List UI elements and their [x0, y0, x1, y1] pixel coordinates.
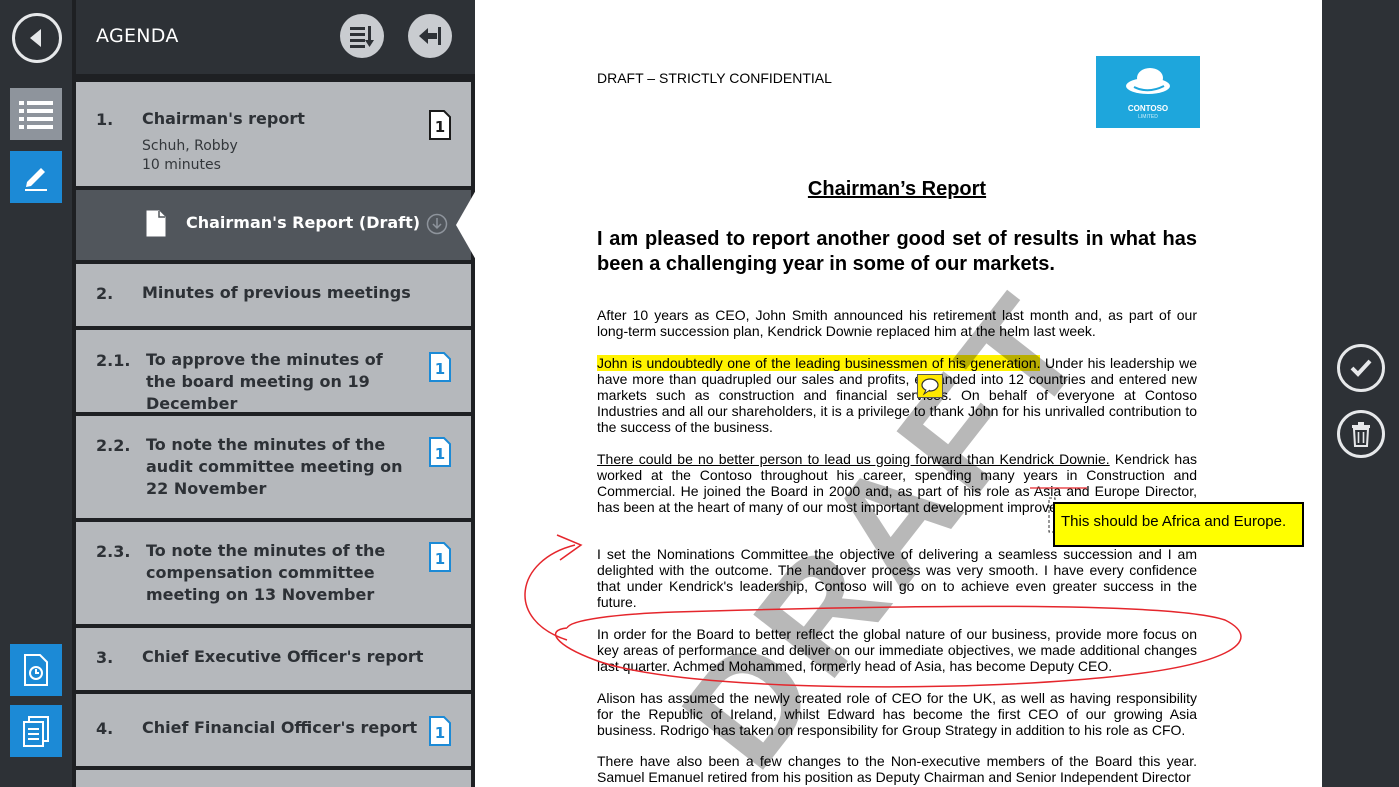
document-clock-icon — [24, 654, 48, 686]
item-number: 4. — [96, 719, 114, 738]
collapse-panel-button[interactable] — [408, 14, 452, 58]
agenda-item-next[interactable] — [76, 770, 471, 787]
ink-annotations — [524, 487, 1242, 688]
right-action-bar — [1322, 0, 1399, 787]
comment-marker[interactable] — [917, 374, 943, 398]
selected-document-title: Chairman's Report (Draft) — [186, 213, 421, 232]
doc-count: 1 — [435, 724, 445, 742]
selected-document-row[interactable]: Chairman's Report (Draft) — [76, 190, 471, 260]
item-title: Chairman's report — [142, 109, 305, 128]
pen-icon — [25, 168, 47, 191]
annotate-button[interactable] — [10, 151, 62, 203]
selection-pointer — [456, 190, 475, 260]
doc-count: 1 — [435, 118, 445, 136]
document-count-icon[interactable]: 1 — [429, 110, 451, 140]
agenda-item-1[interactable]: 1. Chairman's report Schuh, Robby 10 min… — [76, 82, 471, 186]
accept-button[interactable] — [1337, 344, 1385, 392]
agenda-item-3[interactable]: 3. Chief Executive Officer's report — [76, 628, 471, 690]
list-icon — [19, 101, 53, 129]
item-title: To note the minutes of the compensation … — [146, 541, 386, 604]
collapse-left-icon — [419, 27, 441, 45]
documents-button[interactable] — [10, 705, 62, 757]
ink-arrow-head — [556, 534, 583, 561]
document-viewer[interactable]: DRAFT – STRICTLY CONFIDENTIAL CONTOSO LI… — [475, 0, 1322, 787]
agenda-list: 1. Chairman's report Schuh, Robby 10 min… — [76, 74, 475, 787]
delete-button[interactable] — [1337, 410, 1385, 458]
agenda-item-4[interactable]: 4. Chief Financial Officer's report 1 — [76, 694, 471, 766]
back-arrow-icon — [30, 29, 41, 47]
doc-count: 1 — [435, 360, 445, 378]
checkmark-icon — [1350, 359, 1372, 377]
sort-button[interactable] — [340, 14, 384, 58]
item-number: 3. — [96, 648, 114, 667]
download-icon[interactable] — [426, 213, 448, 235]
item-number: 1. — [96, 110, 114, 129]
agenda-item-2-2[interactable]: 2.2. To note the minutes of the audit co… — [76, 416, 471, 518]
doc-count: 1 — [435, 550, 445, 568]
agenda-item-2[interactable]: 2. Minutes of previous meetings — [76, 264, 471, 326]
item-number: 2. — [96, 284, 114, 303]
item-title: Minutes of previous meetings — [142, 283, 411, 302]
item-duration: 10 minutes — [142, 157, 221, 173]
trash-icon — [1352, 422, 1370, 447]
item-title: To note the minutes of the audit committ… — [146, 435, 403, 498]
left-rail — [0, 0, 72, 787]
item-number: 2.1. — [96, 351, 131, 370]
item-title: Chief Financial Officer's report — [142, 718, 418, 737]
sticky-note[interactable]: This should be Africa and Europe. — [1053, 502, 1304, 547]
doc-count: 1 — [435, 445, 445, 463]
item-number: 2.3. — [96, 542, 131, 561]
agenda-item-2-3[interactable]: 2.3. To note the minutes of the compensa… — [76, 522, 471, 624]
item-title: To approve the minutes of the board meet… — [146, 350, 383, 413]
comment-bubble-icon — [921, 378, 939, 396]
document-count-icon[interactable]: 1 — [429, 542, 451, 572]
agenda-header: AGENDA — [76, 0, 475, 74]
document-count-icon[interactable]: 1 — [429, 716, 451, 746]
list-download-icon — [350, 26, 374, 48]
document-count-icon[interactable]: 1 — [429, 352, 451, 382]
agenda-item-2-1[interactable]: 2.1. To approve the minutes of the board… — [76, 330, 471, 413]
item-presenter: Schuh, Robby — [142, 138, 238, 154]
back-button[interactable] — [12, 13, 62, 63]
ink-arrow-curve — [524, 544, 576, 641]
document-icon — [146, 210, 166, 237]
agenda-title: AGENDA — [96, 25, 179, 47]
ink-circle — [555, 605, 1242, 688]
item-title: Chief Executive Officer's report — [142, 647, 424, 666]
document-count-icon[interactable]: 1 — [429, 437, 451, 467]
meeting-details-button[interactable] — [10, 644, 62, 696]
item-number: 2.2. — [96, 436, 131, 455]
documents-icon — [23, 716, 49, 747]
agenda-view-button[interactable] — [10, 88, 62, 140]
